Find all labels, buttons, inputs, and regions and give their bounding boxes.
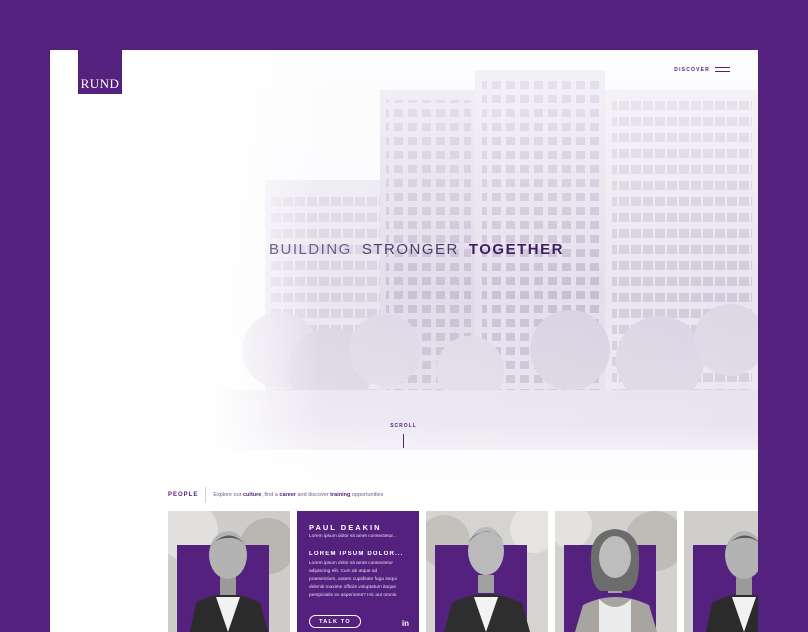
person-subtitle: LOREM IPSUM DOLOR... [309, 551, 404, 557]
person-photo [426, 511, 548, 632]
person-photo [168, 511, 290, 632]
people-cards: PAUL DEAKIN Lorem ipsum dolor sit amet c… [168, 511, 758, 632]
hero-headline: BUILDING STRONGER TOGETHER [269, 241, 564, 258]
linkedin-icon[interactable]: in [402, 619, 409, 628]
bio-line: perspiciatis ex asperiores? Hic aut omni… [309, 593, 398, 598]
featured-person-card[interactable]: PAUL DEAKIN Lorem ipsum dolor sit amet c… [297, 511, 419, 632]
page: RUND DISCOVER BUILDING STRONGER TOGETHER S… [50, 50, 758, 632]
person-card[interactable] [426, 511, 548, 632]
people-divider [205, 487, 207, 503]
scroll-indicator[interactable]: SCROLL [390, 423, 417, 448]
headline-word-stronger: STRONGER [361, 241, 459, 258]
person-photo [684, 511, 758, 632]
person-bio: Lorem ipsum dolor sit amet consectetur a… [309, 560, 407, 600]
person-card[interactable] [684, 511, 758, 632]
people-intro: Explore our culture, find a career and d… [213, 492, 383, 498]
people-intro-part: , find a [261, 492, 280, 498]
talk-to-button[interactable]: TALK TO [309, 615, 361, 628]
person-card[interactable] [555, 511, 677, 632]
person-card[interactable] [168, 511, 290, 632]
bio-line: praesentium, autem cupiditate fuga sequi [309, 577, 397, 582]
career-link[interactable]: career [279, 492, 296, 498]
person-summary: Lorem ipsum dolor sit amet consectetur..… [309, 534, 397, 539]
scroll-line [403, 434, 404, 448]
people-intro-part: and discover [295, 492, 331, 498]
people-intro-part: Explore our [213, 492, 243, 498]
bio-line: deleniti maxime officiis voluptatum itaq… [309, 585, 397, 590]
hamburger-icon [715, 67, 730, 73]
bio-line: Lorem ipsum dolor sit amet consectetur [309, 561, 393, 566]
headline-word-building: BUILDING [269, 241, 352, 258]
people-label: PEOPLE [168, 492, 199, 498]
people-section-header: PEOPLE Explore our culture, find a caree… [168, 487, 383, 503]
training-link[interactable]: training [330, 492, 350, 498]
scroll-label: SCROLL [390, 423, 417, 429]
hero-building-image [210, 50, 758, 490]
person-photo [555, 511, 677, 632]
logo[interactable]: RUND [78, 50, 122, 94]
person-name: PAUL DEAKIN [309, 523, 382, 532]
discover-menu-button[interactable]: DISCOVER [674, 67, 730, 73]
discover-label: DISCOVER [674, 67, 710, 73]
logo-text: RUND [80, 76, 120, 91]
culture-link[interactable]: culture [243, 492, 261, 498]
people-intro-part: opportunities [350, 492, 384, 498]
bio-line: adipiscing elit. Cum ab atque ad [309, 569, 378, 574]
headline-word-together: TOGETHER [468, 241, 564, 258]
